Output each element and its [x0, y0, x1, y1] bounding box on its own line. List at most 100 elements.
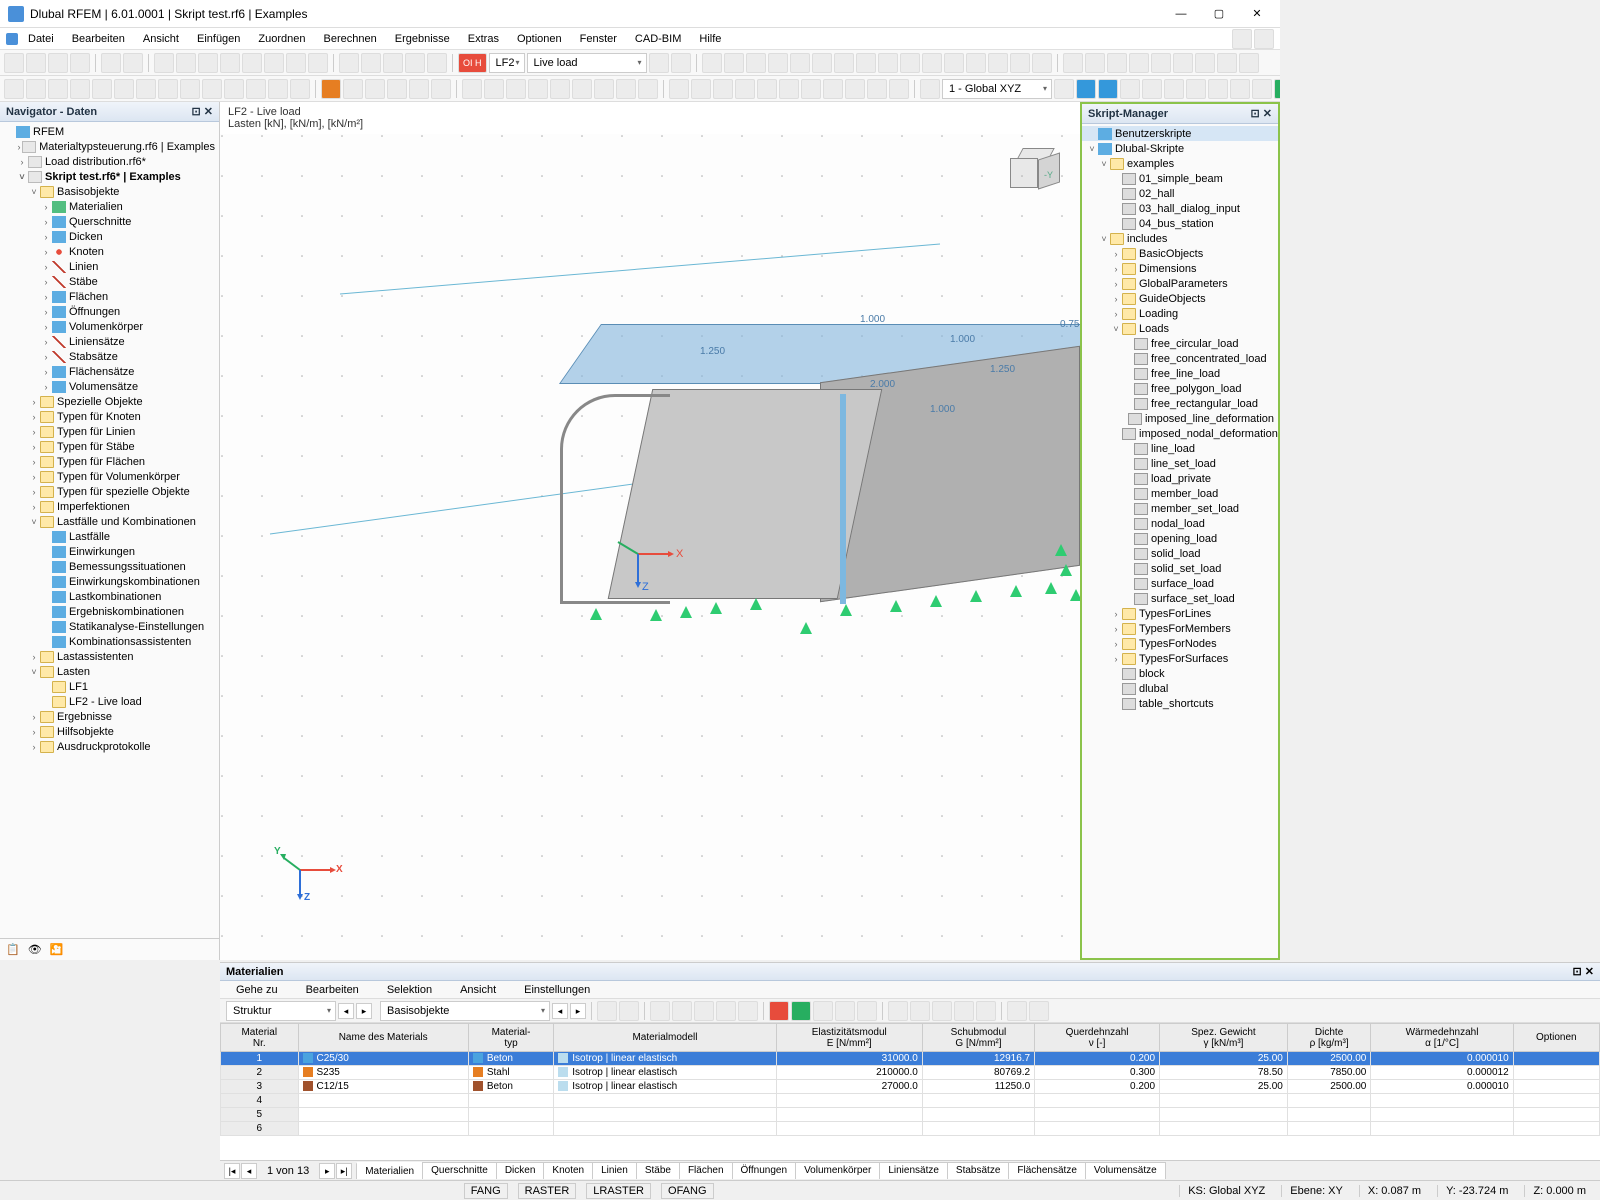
table-row[interactable]: 5 [221, 1108, 1600, 1122]
mt18[interactable] [1007, 1001, 1027, 1021]
script-load-14[interactable]: solid_load [1082, 546, 1278, 561]
script-tree[interactable]: Benutzerskripte˅Dlubal-Skripte˅examples0… [1082, 124, 1278, 958]
tab-stabsätze[interactable]: Stabsätze [947, 1162, 1009, 1179]
mt3[interactable] [650, 1001, 670, 1021]
delete-row-button[interactable] [769, 1001, 789, 1021]
tb2-c2[interactable] [484, 79, 504, 99]
tb-a3[interactable] [198, 53, 218, 73]
panel-pin-icon[interactable]: ⊡ ✕ [1573, 965, 1595, 978]
tb-d3[interactable] [1107, 53, 1127, 73]
combo-prev[interactable]: ◂ [338, 1003, 354, 1019]
tb2-d4[interactable] [735, 79, 755, 99]
tb-c8[interactable] [856, 53, 876, 73]
snap-ofang[interactable]: OFANG [661, 1183, 714, 1199]
tab-flächensätze[interactable]: Flächensätze [1008, 1162, 1085, 1179]
script-inc2-3[interactable]: ›TypesForSurfaces [1082, 651, 1278, 666]
mt15[interactable] [932, 1001, 952, 1021]
nav-root[interactable]: RFEM [0, 124, 219, 139]
loadcase-code-combo[interactable]: LF2 [489, 53, 525, 73]
menu-extras[interactable]: Extras [460, 31, 507, 47]
tb2-c5[interactable] [550, 79, 570, 99]
tb2-f8[interactable] [1208, 79, 1228, 99]
script-inc-2[interactable]: ›GlobalParameters [1082, 276, 1278, 291]
col-header[interactable]: Querdehnzahlν [-] [1035, 1024, 1160, 1052]
mt12[interactable] [857, 1001, 877, 1021]
tb-c11[interactable] [922, 53, 942, 73]
tb-c2[interactable] [724, 53, 744, 73]
nav-basis-0[interactable]: ›Materialien [0, 199, 219, 214]
nav-lf-7[interactable]: Kombinationsassistenten [0, 634, 219, 649]
combo2-prev[interactable]: ◂ [552, 1003, 568, 1019]
nav-tail-0[interactable]: ›Ergebnisse [0, 709, 219, 724]
maximize-button[interactable]: ▢ [1204, 4, 1234, 24]
mt13[interactable] [888, 1001, 908, 1021]
tb-c5[interactable] [790, 53, 810, 73]
matmenu-einstellungen[interactable]: Einstellungen [516, 982, 598, 998]
print-button[interactable] [70, 53, 90, 73]
nav-lf-1[interactable]: Einwirkungen [0, 544, 219, 559]
tb2-d10[interactable] [867, 79, 887, 99]
nav-basis-11[interactable]: ›Flächensätze [0, 364, 219, 379]
nav-tail-1[interactable]: ›Hilfsobjekte [0, 724, 219, 739]
tb2-b3[interactable] [365, 79, 385, 99]
menu-cad-bim[interactable]: CAD-BIM [627, 31, 689, 47]
nav-basis-10[interactable]: ›Stabsätze [0, 349, 219, 364]
tb2-f5[interactable] [1142, 79, 1162, 99]
table-row[interactable]: 2 S235 Stahl Isotrop | linear elastisch … [221, 1066, 1600, 1080]
menu-hilfe[interactable]: Hilfe [691, 31, 729, 47]
loadcase-combo[interactable]: Live load [527, 53, 647, 73]
col-header[interactable]: MaterialNr. [221, 1024, 299, 1052]
nav-group-7[interactable]: ›Imperfektionen [0, 499, 219, 514]
script-sc-2[interactable]: table_shortcuts [1082, 696, 1278, 711]
nav-model-2[interactable]: ˅Skript test.rf6* | Examples [0, 169, 219, 184]
nav-tab-2[interactable]: 👁 [28, 943, 42, 956]
nav-model-0[interactable]: ›Materialtypsteuerung.rf6 | Examples [0, 139, 219, 154]
script-inc-1[interactable]: ›Dimensions [1082, 261, 1278, 276]
tb2-a9[interactable] [180, 79, 200, 99]
nav-lf-4[interactable]: Lastkombinationen [0, 589, 219, 604]
tb-d1[interactable] [1063, 53, 1083, 73]
tb2-a3[interactable] [48, 79, 68, 99]
tb-c10[interactable] [900, 53, 920, 73]
nav-lasten-0[interactable]: LF1 [0, 679, 219, 694]
tb-d8[interactable] [1217, 53, 1237, 73]
tb2-a4[interactable] [70, 79, 90, 99]
tb2-f2[interactable] [1076, 79, 1096, 99]
tb-d2[interactable] [1085, 53, 1105, 73]
nav-lf-0[interactable]: Lastfälle [0, 529, 219, 544]
save-button[interactable] [48, 53, 68, 73]
tb2-b1[interactable] [321, 79, 341, 99]
tb2-d11[interactable] [889, 79, 909, 99]
tab-querschnitte[interactable]: Querschnitte [422, 1162, 497, 1179]
tab-stäbe[interactable]: Stäbe [636, 1162, 680, 1179]
col-header[interactable]: Dichteρ [kg/m³] [1287, 1024, 1371, 1052]
tb2-c4[interactable] [528, 79, 548, 99]
tb2-b2[interactable] [343, 79, 363, 99]
tb2-f10[interactable] [1252, 79, 1272, 99]
tb-c15[interactable] [1010, 53, 1030, 73]
tb-c3[interactable] [746, 53, 766, 73]
nav-basis-12[interactable]: ›Volumensätze [0, 379, 219, 394]
panel-pin-icon[interactable]: ⊡ ✕ [192, 105, 214, 118]
structural-model[interactable]: 1.250 1.000 1.000 0.75 1.250 2.000 1.000… [500, 304, 1080, 644]
tb2-a13[interactable] [268, 79, 288, 99]
table-row[interactable]: 3 C12/15 Beton Isotrop | linear elastisc… [221, 1080, 1600, 1094]
add-row-button[interactable] [791, 1001, 811, 1021]
script-loads[interactable]: ˅Loads [1082, 321, 1278, 336]
nav-group-3[interactable]: ›Typen für Stäbe [0, 439, 219, 454]
tb2-a14[interactable] [290, 79, 310, 99]
menu-bearbeiten[interactable]: Bearbeiten [64, 31, 133, 47]
script-inc2-1[interactable]: ›TypesForMembers [1082, 621, 1278, 636]
mt1[interactable] [597, 1001, 617, 1021]
tb2-f4[interactable] [1120, 79, 1140, 99]
script-inc-0[interactable]: ›BasicObjects [1082, 246, 1278, 261]
tb2-f3[interactable] [1098, 79, 1118, 99]
tb2-a8[interactable] [158, 79, 178, 99]
nav-lastassist[interactable]: ›Lastassistenten [0, 649, 219, 664]
nav-lasten[interactable]: ˅Lasten [0, 664, 219, 679]
script-load-16[interactable]: surface_load [1082, 576, 1278, 591]
panel-pin-icon[interactable]: ⊡ ✕ [1251, 107, 1273, 120]
lf-prev-button[interactable] [649, 53, 669, 73]
table-row[interactable]: 1 C25/30 Beton Isotrop | linear elastisc… [221, 1052, 1600, 1066]
script-sc-1[interactable]: dlubal [1082, 681, 1278, 696]
